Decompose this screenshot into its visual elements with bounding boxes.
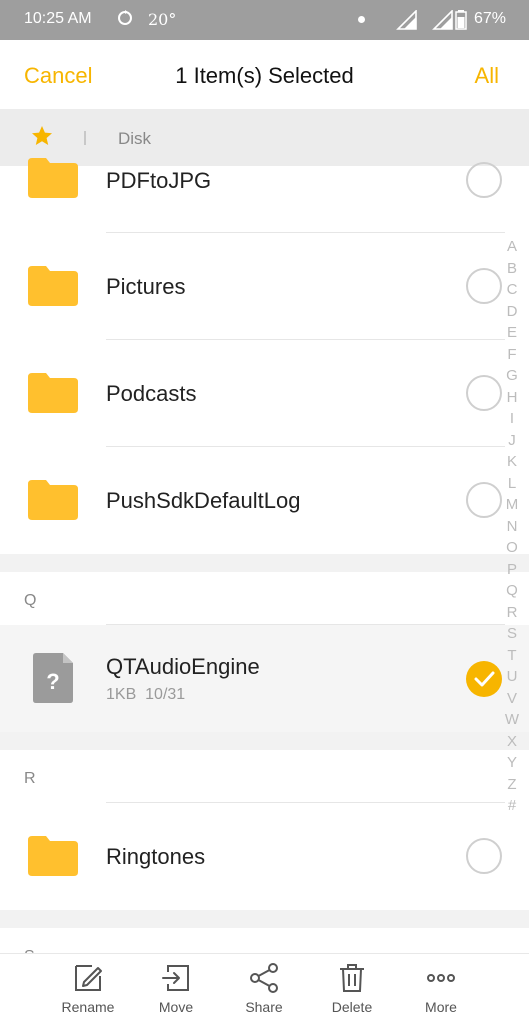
status-time: 10:25 AM bbox=[24, 10, 92, 27]
index-letter[interactable]: G bbox=[502, 365, 522, 387]
index-letter[interactable]: B bbox=[502, 258, 522, 280]
edit-icon bbox=[75, 965, 102, 991]
breadcrumb: Disk bbox=[0, 110, 529, 166]
notification-dot-icon bbox=[358, 16, 365, 23]
index-letter[interactable]: C bbox=[502, 279, 522, 301]
folder-icon bbox=[28, 266, 78, 306]
item-name: Ringtones bbox=[106, 844, 206, 869]
section-gap bbox=[0, 554, 529, 572]
selection-header: Cancel 1 Item(s) Selected All bbox=[0, 40, 529, 110]
item-name: Pictures bbox=[106, 274, 186, 299]
list-item[interactable]: PushSdkDefaultLog bbox=[0, 447, 529, 554]
index-letter[interactable]: Q bbox=[502, 580, 522, 602]
index-letter[interactable]: M bbox=[502, 494, 522, 516]
select-checkbox[interactable] bbox=[466, 375, 502, 411]
share-label: Share bbox=[245, 999, 283, 1015]
page-title: 1 Item(s) Selected bbox=[175, 63, 354, 88]
signal-icon-2 bbox=[432, 10, 453, 30]
index-letter[interactable]: R bbox=[502, 602, 522, 624]
svg-text:?: ? bbox=[46, 669, 59, 694]
item-meta: 1KB 10/31 bbox=[106, 686, 185, 704]
select-checkbox[interactable] bbox=[466, 162, 502, 198]
index-letter[interactable]: D bbox=[502, 301, 522, 323]
index-letter[interactable]: H bbox=[502, 387, 522, 409]
move-button[interactable]: Move bbox=[140, 962, 212, 1015]
list-item-selected[interactable]: ? QTAudioEngine 1KB 10/31 bbox=[0, 625, 529, 732]
status-temperature: 20° bbox=[148, 10, 177, 29]
index-letter[interactable]: V bbox=[502, 688, 522, 710]
more-label: More bbox=[425, 999, 457, 1015]
move-label: Move bbox=[158, 999, 194, 1015]
share-button[interactable]: Share bbox=[228, 962, 300, 1015]
breadcrumb-separator bbox=[84, 131, 86, 145]
index-letter[interactable]: X bbox=[502, 731, 522, 753]
index-letter[interactable]: L bbox=[502, 473, 522, 495]
index-letter[interactable]: N bbox=[502, 516, 522, 538]
index-letter[interactable]: Z bbox=[502, 774, 522, 796]
unknown-file-icon: ? bbox=[33, 653, 73, 703]
index-letter[interactable]: J bbox=[502, 430, 522, 452]
list-item[interactable]: Podcasts bbox=[0, 340, 529, 447]
index-letter[interactable]: K bbox=[502, 451, 522, 473]
section-label: R bbox=[24, 770, 36, 787]
section-header-r: R bbox=[0, 750, 529, 802]
section-label: Q bbox=[24, 592, 37, 609]
more-dots-icon bbox=[427, 974, 455, 982]
delete-label: Delete bbox=[331, 999, 373, 1015]
select-checkbox[interactable] bbox=[466, 838, 502, 874]
rename-button[interactable]: Rename bbox=[52, 962, 124, 1015]
index-letter[interactable]: Y bbox=[502, 752, 522, 774]
share-icon bbox=[250, 963, 278, 993]
item-date: 10/31 bbox=[145, 686, 186, 703]
index-letter[interactable]: T bbox=[502, 645, 522, 667]
delete-button[interactable]: Delete bbox=[316, 962, 388, 1015]
section-header-q: Q bbox=[0, 572, 529, 624]
item-size: 1KB bbox=[106, 686, 137, 703]
more-button[interactable]: More bbox=[405, 962, 477, 1015]
check-icon bbox=[474, 671, 495, 687]
item-name: Podcasts bbox=[106, 381, 197, 406]
index-letter[interactable]: U bbox=[502, 666, 522, 688]
select-checkbox[interactable] bbox=[466, 268, 502, 304]
index-letter[interactable]: W bbox=[502, 709, 522, 731]
section-gap bbox=[0, 910, 529, 928]
item-name: PDFtoJPG bbox=[106, 168, 212, 193]
select-checkbox-checked[interactable] bbox=[466, 661, 502, 697]
status-bar: 10:25 AM 20° 67% bbox=[0, 0, 529, 40]
folder-icon bbox=[28, 158, 78, 198]
list-item[interactable]: PDFtoJPG bbox=[0, 158, 529, 233]
signal-icon bbox=[396, 10, 417, 30]
item-name: PushSdkDefaultLog bbox=[106, 488, 301, 513]
section-gap bbox=[0, 732, 529, 750]
folder-icon bbox=[28, 373, 78, 413]
index-letter[interactable]: A bbox=[502, 236, 522, 258]
battery-icon bbox=[455, 10, 467, 30]
bottom-toolbar: Rename Move Share Delete More bbox=[0, 953, 529, 1023]
index-letter[interactable]: O bbox=[502, 537, 522, 559]
list-item[interactable]: Pictures bbox=[0, 233, 529, 340]
select-all-button[interactable]: All bbox=[475, 63, 499, 89]
index-letter[interactable]: P bbox=[502, 559, 522, 581]
star-icon[interactable] bbox=[30, 124, 54, 148]
folder-icon bbox=[28, 836, 78, 876]
sync-icon bbox=[118, 10, 132, 25]
index-letter[interactable]: F bbox=[502, 344, 522, 366]
rename-label: Rename bbox=[61, 999, 115, 1015]
item-name: QTAudioEngine bbox=[106, 654, 260, 679]
list-item[interactable]: Ringtones bbox=[0, 803, 529, 910]
index-letter[interactable]: I bbox=[502, 408, 522, 430]
index-letter[interactable]: S bbox=[502, 623, 522, 645]
select-checkbox[interactable] bbox=[466, 482, 502, 518]
battery-percent: 67% bbox=[474, 10, 507, 27]
folder-icon bbox=[28, 480, 78, 520]
trash-icon bbox=[340, 964, 364, 992]
alphabet-index[interactable]: A B C D E F G H I J K L M N O P Q R S T U V W X Y Z # bbox=[502, 236, 522, 817]
index-letter[interactable]: E bbox=[502, 322, 522, 344]
move-icon bbox=[162, 965, 189, 991]
index-letter[interactable]: # bbox=[502, 795, 522, 817]
breadcrumb-disk[interactable]: Disk bbox=[118, 129, 151, 149]
